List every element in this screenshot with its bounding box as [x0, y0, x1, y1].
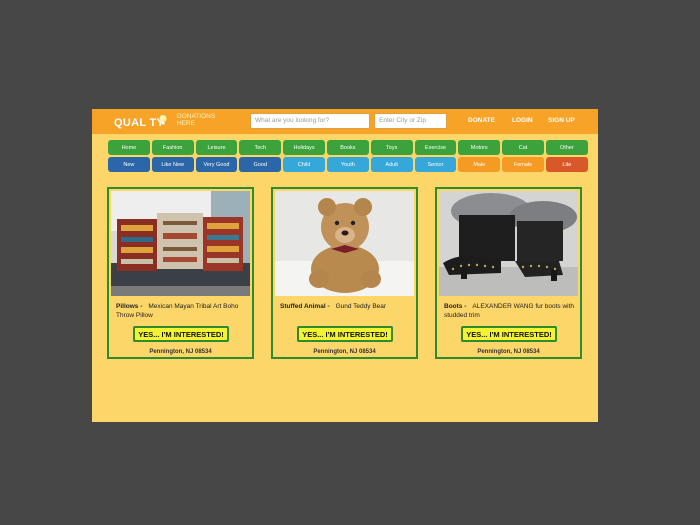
interested-button[interactable]: YES... I'M INTERESTED!	[297, 326, 393, 342]
item-location: Pennington, NJ 08534	[477, 349, 540, 355]
item-category: Pillows -	[116, 303, 143, 310]
category-holidays[interactable]: Holidays	[283, 140, 325, 155]
interested-button[interactable]: YES... I'M INTERESTED!	[461, 326, 557, 342]
pillows-photo[interactable]	[111, 191, 250, 296]
donate-link[interactable]: DONATE	[468, 117, 495, 124]
filter-new[interactable]: New	[108, 157, 150, 172]
item-location: Pennington, NJ 08534	[149, 349, 212, 355]
filter-male[interactable]: Male	[458, 157, 501, 172]
signup-link[interactable]: SIGN UP	[548, 117, 575, 124]
filter-adult[interactable]: Adult	[370, 157, 413, 172]
category-cat[interactable]: Cat	[502, 140, 544, 155]
category-books[interactable]: Books	[326, 140, 369, 155]
item-title: Gund Teddy Bear	[335, 303, 387, 310]
item-card[interactable]: Stuffed Animal - Gund Teddy Bear YES... I…	[271, 187, 418, 359]
item-description: Boots - ALEXANDER WANG fur boots with stu…	[444, 302, 576, 320]
filter-child[interactable]: Child	[283, 157, 325, 172]
logo-tagline-line1: DONATIONS	[177, 113, 216, 120]
item-category: Boots -	[444, 303, 467, 310]
category-leisure[interactable]: Leisure	[195, 140, 238, 155]
filter-female[interactable]: Female	[502, 157, 544, 172]
browser-page: QUAL TY DONATIONS HERE What are you look…	[92, 109, 598, 422]
filter-nav: New Like New Very Good Good Child Youth Adult S…	[108, 157, 588, 172]
interested-button[interactable]: YES... I'M INTERESTED!	[133, 326, 229, 342]
category-fashion[interactable]: Fashion	[151, 140, 194, 155]
item-description: Pillows - Mexican Mayan Tribal Art Boho T…	[116, 302, 248, 320]
filter-youth[interactable]: Youth	[326, 157, 369, 172]
top-bar: QUAL TY DONATIONS HERE What are you look…	[92, 109, 598, 134]
item-card[interactable]: Boots - ALEXANDER WANG fur boots with stu…	[435, 187, 582, 359]
category-motors[interactable]: Motors	[458, 140, 501, 155]
filter-like-new[interactable]: Like New	[151, 157, 194, 172]
item-category: Stuffed Animal -	[280, 303, 330, 310]
logo-tagline: DONATIONS HERE	[177, 113, 227, 127]
category-other[interactable]: Other	[545, 140, 588, 155]
item-description: Stuffed Animal - Gund Teddy Bear	[280, 302, 412, 311]
filter-senior[interactable]: Senior	[414, 157, 457, 172]
filter-lite[interactable]: Lite	[545, 157, 588, 172]
category-tech[interactable]: Tech	[239, 140, 282, 155]
category-home[interactable]: Home	[108, 140, 150, 155]
login-link[interactable]: LOGIN	[512, 117, 533, 124]
item-location: Pennington, NJ 08534	[313, 349, 376, 355]
item-card[interactable]: Pillows - Mexican Mayan Tribal Art Boho T…	[107, 187, 254, 359]
location-input[interactable]: Enter City or Zip	[374, 113, 447, 129]
category-nav: Home Fashion Leisure Tech Holidays Books Toys E…	[108, 140, 588, 155]
logo-tagline-line2: HERE	[177, 120, 196, 127]
teddy-bear-photo[interactable]	[275, 191, 414, 296]
category-toys[interactable]: Toys	[370, 140, 413, 155]
search-input[interactable]: What are you looking for?	[250, 113, 370, 129]
boots-photo[interactable]	[439, 191, 578, 296]
category-exercise[interactable]: Exercise	[414, 140, 457, 155]
filter-very-good[interactable]: Very Good	[195, 157, 238, 172]
filter-good[interactable]: Good	[239, 157, 282, 172]
lightbulb-icon	[159, 115, 167, 125]
logo-text: QUAL TY	[114, 117, 165, 129]
